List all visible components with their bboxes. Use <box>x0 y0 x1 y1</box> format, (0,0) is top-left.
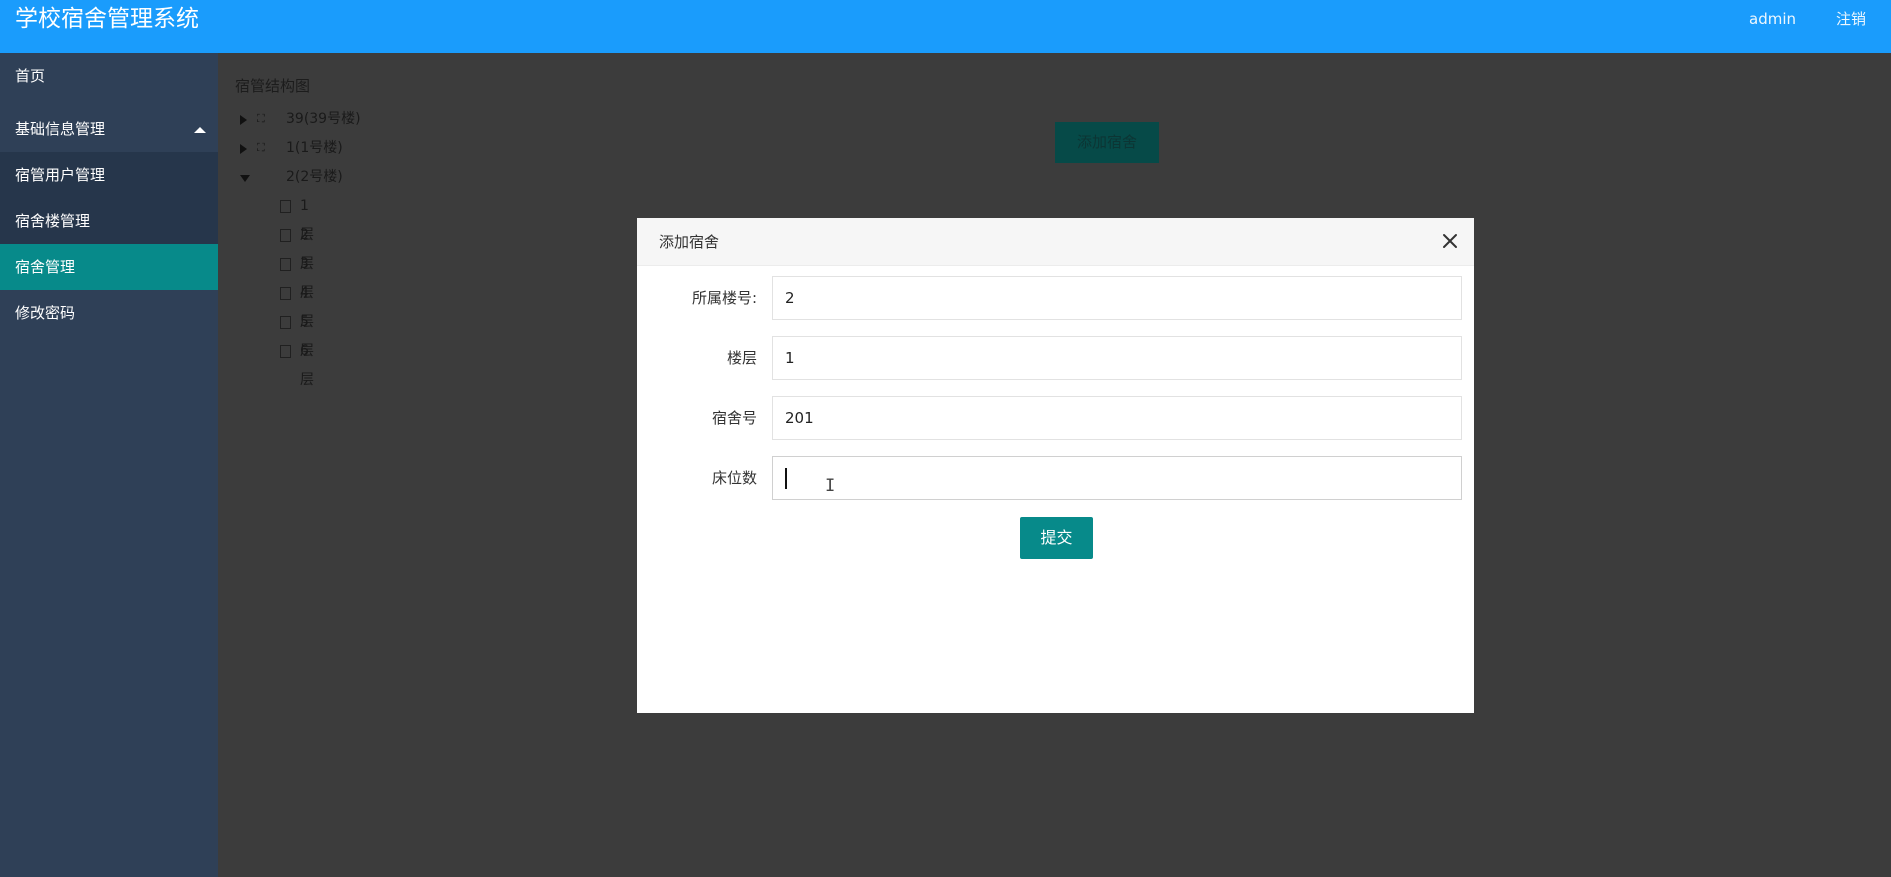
room-number-label: 宿舍号 <box>711 409 757 427</box>
bed-count-label: 床位数 <box>711 469 757 487</box>
top-header: 学校宿舍管理系统 admin 注销 <box>0 0 1891 53</box>
add-dorm-button[interactable]: 添加宿舍 <box>1055 122 1159 163</box>
form-row-beds: 床位数 I <box>637 456 1474 500</box>
file-icon <box>280 200 291 213</box>
caret-right-icon[interactable] <box>240 144 247 154</box>
file-icon <box>280 258 291 271</box>
logout-link[interactable]: 注销 <box>1836 0 1866 38</box>
sidebar-item-home[interactable]: 首页 <box>0 53 218 99</box>
dialog-header: 添加宿舍 <box>637 218 1474 266</box>
sidebar-group-basic-info[interactable]: 基础信息管理 <box>0 106 218 152</box>
caret-right-icon[interactable] <box>240 115 247 125</box>
expand-icon: ⛶ <box>257 141 265 154</box>
caret-down-icon[interactable] <box>240 175 250 182</box>
app-title: 学校宿舍管理系统 <box>15 6 199 32</box>
tree-leaf-label[interactable]: 6层 <box>300 337 314 395</box>
file-icon <box>280 229 291 242</box>
close-icon[interactable] <box>1440 231 1460 251</box>
bed-count-input[interactable]: I <box>772 456 1462 500</box>
page-title: 宿管结构图 <box>235 77 311 95</box>
form-row-room: 宿舍号 201 <box>637 396 1474 440</box>
tree-node-label[interactable]: 2(2号楼) <box>286 163 343 192</box>
file-icon <box>280 345 291 358</box>
user-name[interactable]: admin <box>1749 0 1796 38</box>
sidebar-item-change-password[interactable]: 修改密码 <box>0 290 218 336</box>
chevron-up-icon <box>194 127 206 133</box>
building-label: 所属楼号: <box>691 289 757 307</box>
file-icon <box>280 316 291 329</box>
sidebar-item-dorm-buildings[interactable]: 宿舍楼管理 <box>0 198 218 244</box>
text-caret <box>785 468 787 489</box>
sidebar: 首页 基础信息管理 宿管用户管理 宿舍楼管理 宿舍管理 修改密码 <box>0 53 218 877</box>
form-row-floor: 楼层 1 <box>637 336 1474 380</box>
floor-label: 楼层 <box>726 349 757 367</box>
sidebar-item-dorms[interactable]: 宿舍管理 <box>0 244 218 290</box>
floor-input[interactable]: 1 <box>772 336 1462 380</box>
add-dorm-dialog: 添加宿舍 所属楼号: 2 楼层 1 宿舍号 201 床位数 I 提交 <box>637 218 1474 713</box>
file-icon <box>280 287 291 300</box>
text-cursor-icon: I <box>825 476 836 496</box>
expand-icon: ⛶ <box>257 112 265 125</box>
building-number-input[interactable]: 2 <box>772 276 1462 320</box>
submit-button[interactable]: 提交 <box>1020 517 1093 559</box>
sidebar-item-dorm-admin-users[interactable]: 宿管用户管理 <box>0 152 218 198</box>
form-row-building: 所属楼号: 2 <box>637 276 1474 320</box>
sidebar-group-label: 基础信息管理 <box>15 120 106 138</box>
tree-node-label[interactable]: 1(1号楼) <box>286 134 343 163</box>
tree-node-label[interactable]: 39(39号楼) <box>286 105 361 134</box>
dialog-title: 添加宿舍 <box>659 233 720 251</box>
room-number-input[interactable]: 201 <box>772 396 1462 440</box>
